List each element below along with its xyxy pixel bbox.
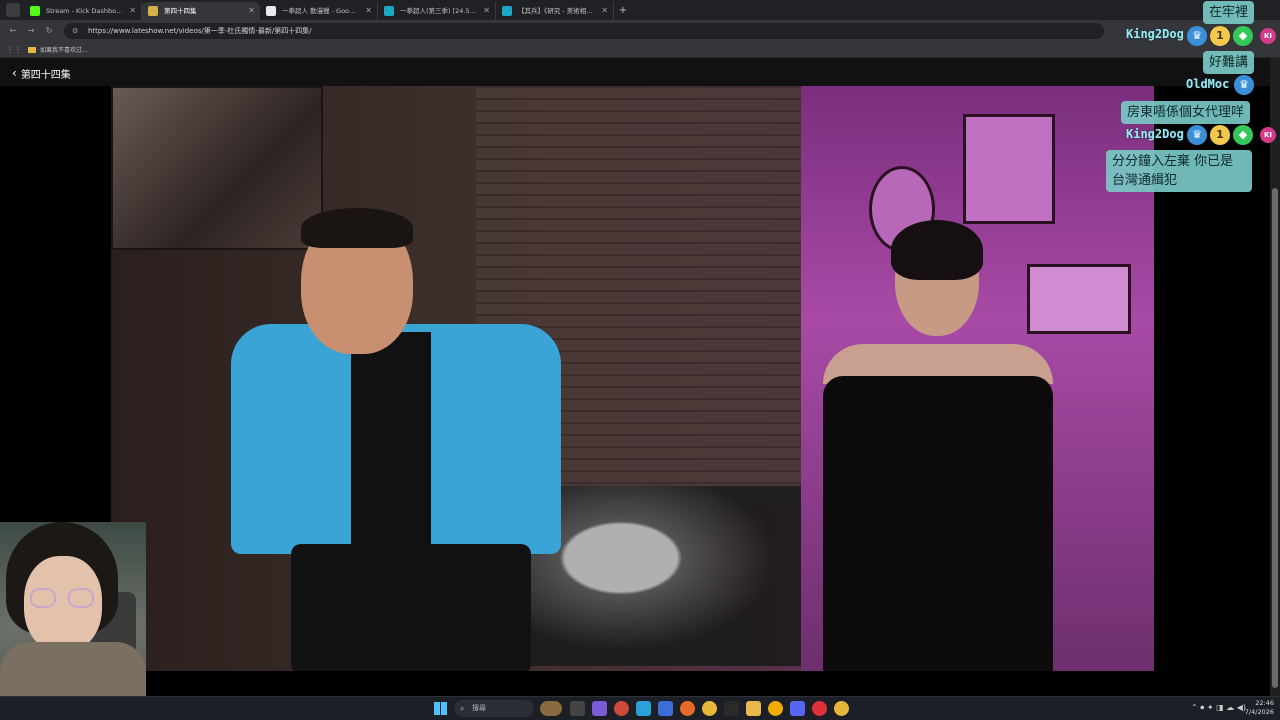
chat-message: 分分鐘入左棄 你已是 台灣通緝犯	[1106, 150, 1252, 192]
app-icon[interactable]	[614, 701, 629, 716]
firefox-icon[interactable]	[680, 701, 695, 716]
widget-icon[interactable]	[540, 701, 562, 716]
app-icon[interactable]	[768, 701, 783, 716]
webcam-overlay	[0, 522, 146, 696]
video-player[interactable]	[111, 86, 1154, 671]
kick-favicon-icon	[30, 6, 40, 16]
back-button[interactable]: ‹ 第四十四集	[12, 65, 71, 81]
tab-label: 一拳超人(第三季) [24.5] 線上看	[400, 7, 494, 15]
tab-kick-dashboard[interactable]: Stream - Kick Dashboard ✕	[24, 2, 142, 20]
browser-tab-strip: Stream - Kick Dashboard ✕ 第四十四集 ✕ 一拳超人 動…	[0, 0, 1280, 20]
discord-icon[interactable]	[790, 701, 805, 716]
tab-google-search[interactable]: 一拳超人 動漫獵 - Google 搜尋 ✕	[260, 2, 378, 20]
chevron-left-icon: ‹	[12, 66, 17, 80]
photos-icon[interactable]	[658, 701, 673, 716]
forward-arrow-icon[interactable]: →	[24, 24, 38, 38]
taskbar-search[interactable]: ⌕ 搜尋	[454, 700, 534, 717]
portrait-frame	[963, 114, 1055, 224]
site-info-icon[interactable]: ⚙	[72, 27, 82, 35]
tab-one-punch-man[interactable]: 一拳超人(第三季) [24.5] 線上看 ✕	[378, 2, 496, 20]
windows-taskbar: ⌕ 搜尋 ⌃ ⏺ ✦ ◨ ☁ ◀) 22:46 7/4/2026	[0, 696, 1280, 720]
system-tray[interactable]: ⌃ ⏺ ✦ ◨ ☁ ◀)	[1191, 703, 1246, 713]
host-man	[231, 208, 561, 671]
apps-grid-icon[interactable]: ⋮⋮	[6, 45, 22, 54]
bookmark-item[interactable]: 如果我不喜欢过...	[40, 45, 88, 54]
tab-label: 一拳超人 動漫獵 - Google 搜尋	[282, 7, 375, 15]
clock-date: 7/4/2026	[1244, 708, 1274, 716]
chat-message: 好難講	[1203, 51, 1255, 74]
address-bar[interactable]: ⚙ https://www.lateshow.net/videos/第一季-杜氏…	[64, 23, 1104, 39]
reload-icon[interactable]: ↻	[42, 24, 56, 38]
url-text: https://www.lateshow.net/videos/第一季-杜氏獨情…	[88, 27, 312, 35]
page-header: ‹ 第四十四集	[0, 58, 1270, 86]
chrome-icon[interactable]	[702, 701, 717, 716]
tab-label: 【其兵】《研究 - 美術相機 -》	[518, 7, 604, 15]
close-icon[interactable]: ✕	[365, 2, 372, 20]
app-icon[interactable]	[592, 701, 607, 716]
clock-time: 22:46	[1255, 699, 1274, 707]
close-icon[interactable]: ✕	[129, 2, 136, 20]
google-favicon-icon	[266, 6, 276, 16]
host-woman	[823, 220, 1053, 671]
tab-actions-icon[interactable]	[6, 3, 20, 17]
new-tab-button[interactable]: +	[614, 2, 632, 20]
tab-label: Stream - Kick Dashboard	[46, 7, 127, 15]
tab-research[interactable]: 【其兵】《研究 - 美術相機 -》 ✕	[496, 2, 614, 20]
screen: Stream - Kick Dashboard ✕ 第四十四集 ✕ 一拳超人 動…	[0, 0, 1280, 720]
chat-message-line: 分分鐘入左棄 你已是	[1112, 154, 1234, 169]
site-favicon-icon	[384, 6, 394, 16]
close-icon[interactable]: ✕	[601, 2, 608, 20]
back-arrow-icon[interactable]: ←	[6, 24, 20, 38]
task-view-icon[interactable]	[570, 701, 585, 716]
clock[interactable]: 22:46 7/4/2026	[1245, 699, 1274, 717]
search-placeholder: 搜尋	[472, 704, 486, 712]
app-icon[interactable]	[724, 701, 739, 716]
tab-episode-44[interactable]: 第四十四集 ✕	[142, 2, 260, 20]
folder-icon	[28, 46, 36, 53]
lateshow-favicon-icon	[148, 6, 158, 16]
file-explorer-icon[interactable]	[746, 701, 761, 716]
obs-icon[interactable]	[812, 701, 827, 716]
page-scrollbar[interactable]	[1270, 58, 1280, 696]
bookmarks-bar: ⋮⋮ 如果我不喜欢过...	[0, 42, 1280, 58]
chrome-icon[interactable]	[834, 701, 849, 716]
close-icon[interactable]: ✕	[248, 2, 255, 20]
site-favicon-icon	[502, 6, 512, 16]
browser-toolbar: ← → ↻ ⚙ https://www.lateshow.net/videos/…	[0, 20, 1280, 42]
page-content: ‹ 第四十四集	[0, 58, 1270, 696]
tab-label: 第四十四集	[164, 7, 197, 15]
chat-message: 房東唔係個女代理咩	[1121, 101, 1251, 124]
chat-message-line: 台灣通緝犯	[1112, 173, 1178, 188]
steam-icon[interactable]	[636, 701, 651, 716]
windows-start-icon[interactable]	[434, 702, 447, 715]
scrollbar-thumb[interactable]	[1272, 188, 1278, 688]
search-icon: ⌕	[460, 704, 465, 713]
episode-title: 第四十四集	[20, 69, 71, 81]
close-icon[interactable]: ✕	[483, 2, 490, 20]
chat-message: 在牢裡	[1203, 1, 1255, 24]
